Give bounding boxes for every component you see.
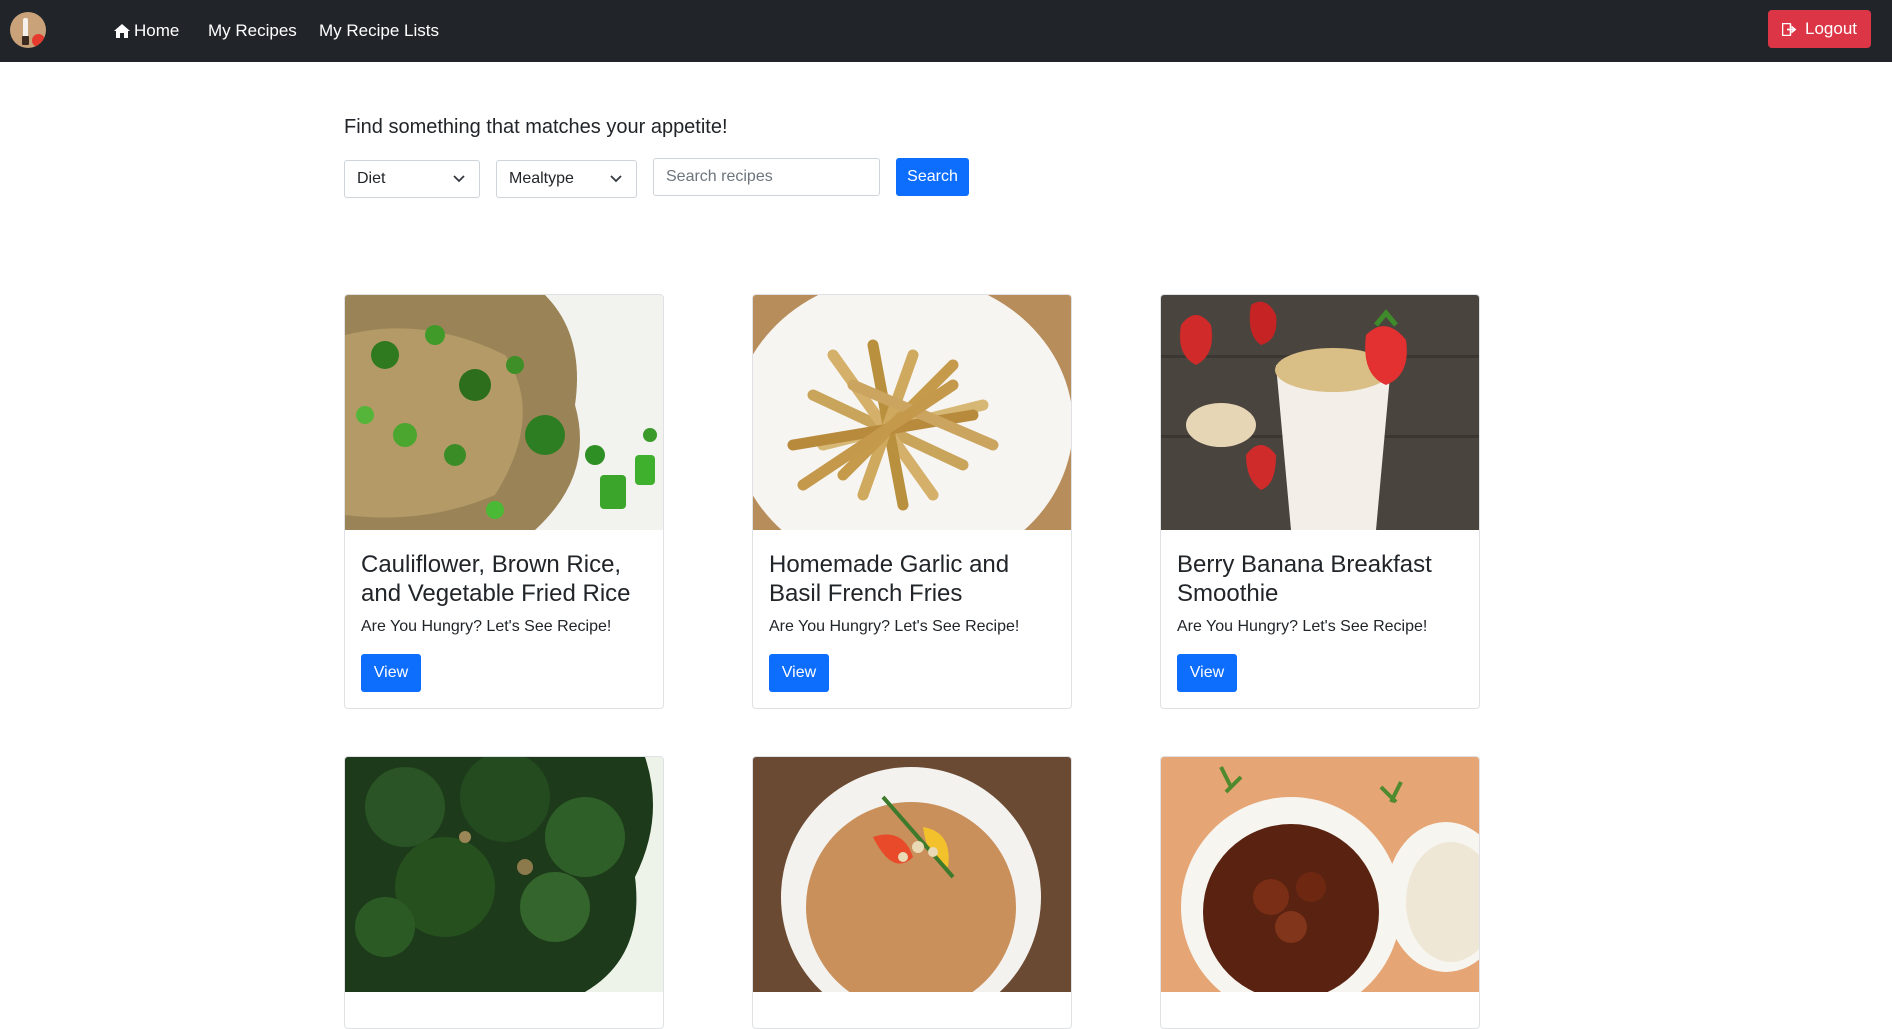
- mealtype-select[interactable]: Mealtype: [496, 160, 637, 198]
- top-navbar: Home My Recipes My Recipe Lists Logout: [0, 0, 1892, 62]
- recipe-image: [345, 757, 663, 992]
- brand-logo[interactable]: [10, 12, 46, 48]
- recipe-subtitle: Are You Hungry? Let's See Recipe!: [769, 618, 1020, 635]
- home-icon: [114, 24, 130, 38]
- recipe-title: Homemade Garlic and Basil French Fries: [769, 551, 1010, 607]
- nav-my-recipe-lists-link[interactable]: My Recipe Lists: [319, 20, 439, 42]
- recipe-title: Cauliflower, Brown Rice, and Vegetable F…: [361, 551, 631, 607]
- search-input[interactable]: [653, 158, 880, 196]
- chevron-down-icon: [610, 175, 622, 183]
- recipe-card: Berry Banana Breakfast Smoothie Are You …: [1160, 294, 1480, 709]
- diet-select[interactable]: Diet: [344, 160, 480, 198]
- recipe-title: Berry Banana Breakfast Smoothie: [1177, 551, 1432, 607]
- nav-my-recipe-lists-label: My Recipe Lists: [319, 21, 439, 40]
- logout-button[interactable]: Logout: [1768, 10, 1871, 48]
- recipe-card: Homemade Garlic and Basil French Fries A…: [752, 294, 1072, 709]
- nav-my-recipes-link[interactable]: My Recipes: [208, 20, 297, 42]
- view-recipe-button[interactable]: View: [1177, 654, 1237, 692]
- recipe-card: Cauliflower, Brown Rice, and Vegetable F…: [344, 294, 664, 709]
- diet-select-value: Diet: [357, 170, 386, 187]
- recipe-subtitle: Are You Hungry? Let's See Recipe!: [1177, 618, 1428, 635]
- recipe-card: [344, 756, 664, 1029]
- view-recipe-button[interactable]: View: [769, 654, 829, 692]
- recipe-image: [753, 757, 1071, 992]
- recipe-image: [1161, 295, 1479, 530]
- recipe-card: [1160, 756, 1480, 1029]
- recipe-image: [753, 295, 1071, 530]
- search-button[interactable]: Search: [896, 158, 969, 196]
- view-recipe-button[interactable]: View: [361, 654, 421, 692]
- knife-handle: [22, 36, 29, 45]
- search-button-label: Search: [907, 168, 958, 185]
- sign-out-icon: [1782, 22, 1797, 36]
- logout-label: Logout: [1805, 19, 1857, 38]
- nav-my-recipes-label: My Recipes: [208, 21, 297, 40]
- chevron-down-icon: [453, 175, 465, 183]
- recipe-image: [1161, 757, 1479, 992]
- tomato-icon: [32, 34, 45, 47]
- mealtype-select-value: Mealtype: [509, 170, 574, 187]
- recipe-image: [345, 295, 663, 530]
- recipe-subtitle: Are You Hungry? Let's See Recipe!: [361, 618, 612, 635]
- recipe-card: [752, 756, 1072, 1029]
- nav-home-link[interactable]: Home: [114, 20, 179, 42]
- search-tagline: Find something that matches your appetit…: [344, 116, 728, 138]
- nav-home-label: Home: [134, 21, 180, 40]
